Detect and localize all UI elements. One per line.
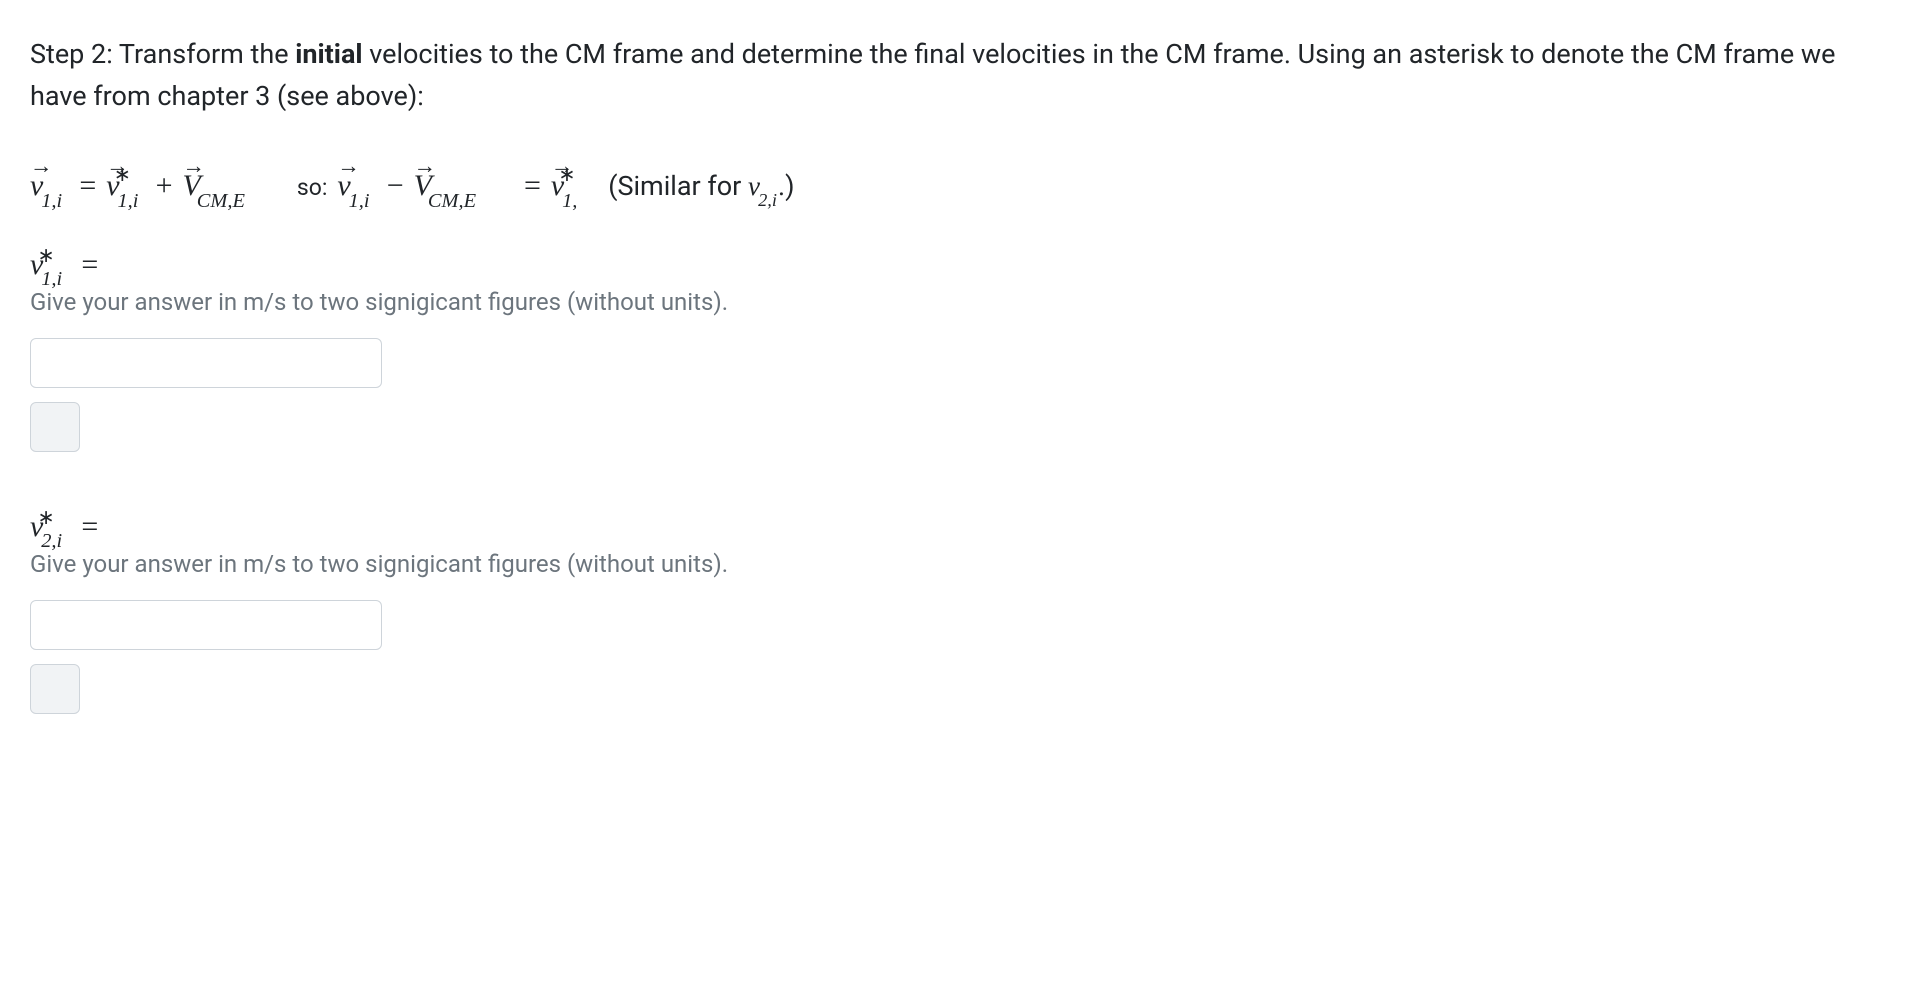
vec-v1i-star: → v ∗ 1,i [106, 168, 119, 204]
vec-v1-star-result: → v ∗ 1, [551, 168, 564, 204]
transformation-equation: → v 1,i = → v ∗ 1,i + → V CM,E so: → v 1… [30, 168, 1898, 204]
minus-op: − [387, 168, 404, 204]
q2-submit-button[interactable] [30, 664, 80, 714]
vec-vcm-2: → V CM,E [414, 168, 432, 204]
equals-2: = [524, 168, 541, 204]
q1-hint: Give your answer in m/s to two signigica… [30, 288, 1898, 316]
equals-1: = [79, 168, 96, 204]
question-v2i-star: v ∗ 2,i = Give your answer in m/s to two… [30, 510, 1898, 716]
similar-note: (Similar for v2,i.) [608, 170, 794, 202]
q2-hint: Give your answer in m/s to two signigica… [30, 550, 1898, 578]
vec-v1i-b: → v 1,i [337, 168, 350, 204]
q1-submit-button[interactable] [30, 402, 80, 452]
plus-op: + [156, 168, 173, 204]
vec-v1i: → v 1,i [30, 168, 43, 204]
so-text: so: [297, 174, 328, 202]
q1-answer-input[interactable] [30, 338, 382, 388]
q2-label: v ∗ 2,i = [30, 510, 1898, 544]
step-intro: Step 2: Transform the initial velocities… [30, 34, 1898, 118]
vec-vcm-1: → V CM,E [183, 168, 201, 204]
q2-answer-input[interactable] [30, 600, 382, 650]
question-v1i-star: v ∗ 1,i = Give your answer in m/s to two… [30, 248, 1898, 454]
intro-bold: initial [295, 38, 362, 70]
intro-prefix: Step 2: Transform the [30, 38, 295, 70]
q1-label: v ∗ 1,i = [30, 248, 1898, 282]
